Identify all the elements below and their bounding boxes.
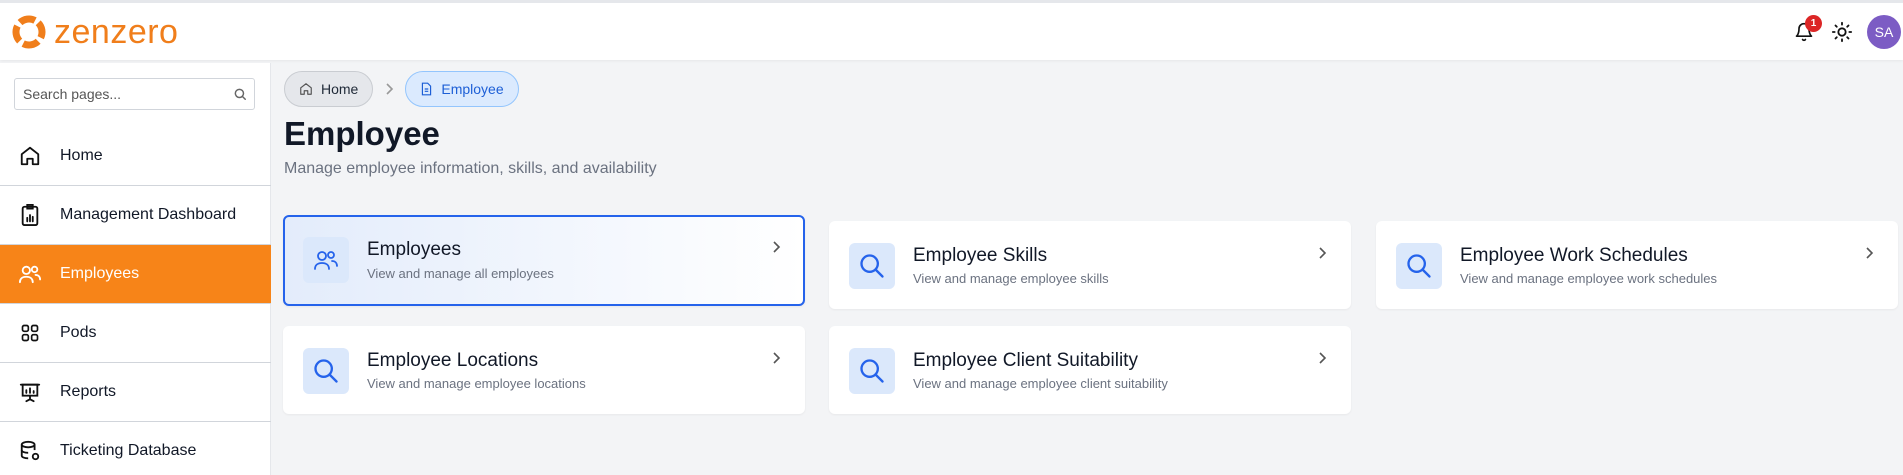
page-subtitle: Manage employee information, skills, and… xyxy=(284,160,657,177)
card-employee-skills[interactable]: Employee Skills View and manage employee… xyxy=(829,221,1351,309)
sidebar-item-label: Management Dashboard xyxy=(60,206,237,223)
breadcrumb-current[interactable]: Employee xyxy=(405,71,519,107)
card-icon-box xyxy=(849,348,895,394)
breadcrumb-current-label: Employee xyxy=(441,81,504,97)
chevron-right-icon xyxy=(383,82,395,96)
card-icon-box xyxy=(849,243,895,289)
sidebar-nav: Home Management Dashboard Employees Pods… xyxy=(0,127,271,475)
avatar[interactable]: SA xyxy=(1867,15,1901,49)
search-icon xyxy=(1407,254,1431,278)
card-employees[interactable]: Employees View and manage all employees xyxy=(283,215,805,306)
app-name: zenzero xyxy=(54,13,179,51)
search-icon xyxy=(860,359,884,383)
home-icon xyxy=(300,83,312,95)
card-description: View and manage employee locations xyxy=(367,376,586,391)
sidebar-item-management-dashboard[interactable]: Management Dashboard xyxy=(0,186,271,245)
search-box xyxy=(14,78,255,110)
breadcrumb-home[interactable]: Home xyxy=(284,71,374,107)
card-icon-box xyxy=(303,237,349,283)
database-icon xyxy=(20,440,40,461)
chevron-right-icon xyxy=(1866,247,1874,259)
card-title: Employee Work Schedules xyxy=(1460,245,1688,266)
presentation-icon xyxy=(19,383,41,403)
logo[interactable]: zenzero xyxy=(10,13,178,51)
chevron-right-icon xyxy=(1319,352,1327,364)
top-bar: zenzero 1 SA xyxy=(0,0,1903,60)
theme-toggle[interactable] xyxy=(1827,15,1857,49)
document-icon xyxy=(422,82,432,96)
sidebar-item-label: Ticketing Database xyxy=(60,442,197,459)
chevron-right-icon xyxy=(773,241,781,253)
home-icon xyxy=(20,146,40,166)
card-title: Employee Client Suitability xyxy=(913,350,1138,371)
chevron-right-icon xyxy=(773,352,781,364)
notifications-button[interactable]: 1 xyxy=(1789,15,1822,49)
grid-icon xyxy=(21,324,39,342)
sidebar-item-reports[interactable]: Reports xyxy=(0,363,271,422)
card-description: View and manage employee client suitabil… xyxy=(913,376,1168,391)
card-title: Employees xyxy=(367,239,461,260)
sidebar-item-label: Home xyxy=(60,147,103,164)
sidebar-item-employees[interactable]: Employees xyxy=(0,245,271,304)
search-icon xyxy=(234,88,246,100)
logo-mark-icon xyxy=(12,15,46,49)
sidebar-item-label: Reports xyxy=(60,383,117,400)
sidebar-item-ticketing-database[interactable]: Ticketing Database xyxy=(0,422,271,475)
sidebar-item-pods[interactable]: Pods xyxy=(0,304,271,363)
card-icon-box xyxy=(1396,243,1442,289)
card-title: Employee Locations xyxy=(367,350,539,371)
search-icon xyxy=(314,359,338,383)
page-title: Employee xyxy=(284,115,440,152)
sidebar-item-label: Pods xyxy=(60,324,97,341)
chevron-right-icon xyxy=(1319,247,1327,259)
sidebar-item-label: Employees xyxy=(60,265,140,282)
breadcrumb-home-label: Home xyxy=(321,81,359,97)
card-description: View and manage all employees xyxy=(367,266,554,281)
card-icon-box xyxy=(303,348,349,394)
dashboard-icon xyxy=(21,204,39,227)
card-employee-work-schedules[interactable]: Employee Work Schedules View and manage … xyxy=(1376,221,1898,309)
notification-badge: 1 xyxy=(1805,15,1822,32)
card-description: View and manage employee work schedules xyxy=(1460,271,1718,286)
breadcrumb: Home Employee xyxy=(284,71,519,107)
card-title: Employee Skills xyxy=(913,245,1048,266)
sidebar: Home Management Dashboard Employees Pods… xyxy=(0,63,271,475)
sidebar-item-home[interactable]: Home xyxy=(0,127,271,186)
users-icon xyxy=(19,265,41,284)
users-icon xyxy=(314,251,338,270)
top-actions: 1 SA xyxy=(1789,15,1903,49)
card-employee-locations[interactable]: Employee Locations View and manage emplo… xyxy=(283,326,805,414)
search-input[interactable] xyxy=(15,79,225,109)
search-icon xyxy=(860,254,884,278)
main-content: Home Employee Employee Manage employee i… xyxy=(272,63,1903,475)
card-employee-client-suitability[interactable]: Employee Client Suitability View and man… xyxy=(829,326,1351,414)
card-description: View and manage employee skills xyxy=(913,271,1109,286)
sun-icon xyxy=(1831,21,1853,43)
